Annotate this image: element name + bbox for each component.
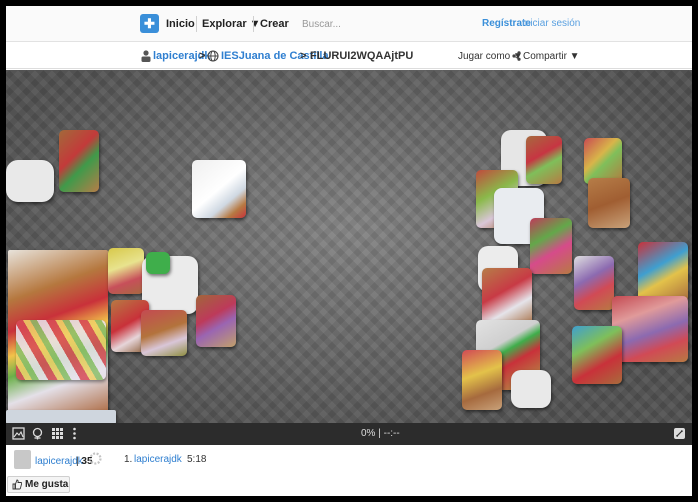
puzzle-piece[interactable] xyxy=(482,268,532,328)
share-dropdown[interactable]: Compartir ▼ xyxy=(523,51,580,62)
progress-timer: 0% | --:-- xyxy=(361,428,400,439)
score-separator: | xyxy=(76,456,79,467)
avatar xyxy=(14,450,31,469)
nav-home[interactable]: Inicio xyxy=(166,18,195,30)
puzzle-piece[interactable] xyxy=(6,160,54,202)
puzzle-piece[interactable] xyxy=(511,370,551,408)
puzzle-piece[interactable] xyxy=(588,178,630,228)
puzzle-piece[interactable] xyxy=(572,326,622,384)
preview-image-icon[interactable] xyxy=(12,427,25,440)
puzzle-piece[interactable] xyxy=(612,296,688,362)
puzzle-piece[interactable] xyxy=(530,218,572,274)
share-icon xyxy=(512,51,521,61)
puzzle-piece[interactable] xyxy=(192,160,246,218)
footer: lapicerajdk | 35 1. lapicerajdk 5:18 Me … xyxy=(6,445,692,496)
leaderboard-rank: 1. xyxy=(124,454,133,465)
top-nav: ✚ Inicio Explorar ▼ Crear Regístrate Ini… xyxy=(6,6,692,42)
nav-divider xyxy=(253,16,254,32)
breadcrumb: lapicerajdk > IESJuana de Castilla > FLU… xyxy=(6,43,692,69)
fullscreen-icon[interactable] xyxy=(673,427,686,440)
app-frame: ✚ Inicio Explorar ▼ Crear Regístrate Ini… xyxy=(6,6,692,496)
puzzle-piece[interactable] xyxy=(574,256,614,310)
puzzle-board[interactable] xyxy=(6,70,692,423)
puzzle-piece[interactable] xyxy=(462,350,502,410)
puzzle-piece[interactable] xyxy=(141,310,187,356)
search-input[interactable] xyxy=(302,16,468,33)
thumbs-up-icon xyxy=(12,479,22,490)
puzzle-toolbar: 0% | --:-- xyxy=(6,423,692,445)
breadcrumb-separator: > xyxy=(199,50,206,62)
nav-divider xyxy=(196,16,197,32)
jigsaw-logo-icon[interactable]: ✚ xyxy=(140,14,159,33)
arrange-pieces-icon[interactable] xyxy=(51,427,64,440)
login-link[interactable]: Iniciar sesión xyxy=(522,18,580,29)
ghost-image-icon[interactable] xyxy=(31,427,44,440)
puzzle-piece[interactable] xyxy=(108,248,144,294)
puzzle-piece[interactable] xyxy=(526,136,562,184)
leaderboard-time: 5:18 xyxy=(187,454,207,465)
puzzle-title: FLURUI2WQAAjtPU xyxy=(310,50,414,62)
like-label: Me gusta xyxy=(25,479,69,490)
nav-explore[interactable]: Explorar ▼ xyxy=(202,18,261,30)
puzzle-ring-icon xyxy=(89,452,102,465)
like-button[interactable]: Me gusta xyxy=(7,476,70,493)
leaderboard-user-link[interactable]: lapicerajdk xyxy=(134,454,182,465)
puzzle-piece[interactable] xyxy=(16,320,106,380)
user-icon xyxy=(141,50,151,62)
breadcrumb-separator: > xyxy=(300,50,307,62)
puzzle-piece[interactable] xyxy=(638,242,688,302)
more-options-icon[interactable] xyxy=(68,427,81,440)
globe-icon xyxy=(207,50,219,62)
nav-create[interactable]: Crear xyxy=(260,18,289,30)
puzzle-piece[interactable] xyxy=(6,410,116,423)
puzzle-piece[interactable] xyxy=(59,130,99,192)
puzzle-piece[interactable] xyxy=(196,295,236,347)
puzzle-piece[interactable] xyxy=(146,252,170,274)
